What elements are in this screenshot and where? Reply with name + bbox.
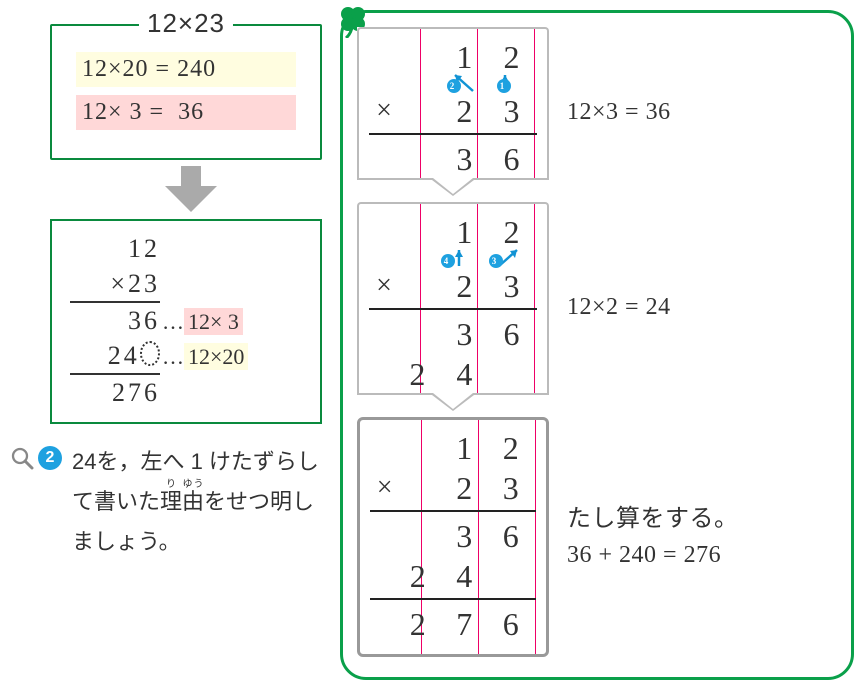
partial-product-1: 12×20 = 240 bbox=[76, 52, 296, 87]
step-2: 1 2 4 3 × 2 bbox=[357, 202, 837, 411]
long-multiplication-box: 12 ×23 36 …12× 3 24 …12×20 276 bbox=[50, 219, 322, 424]
step-3: 1 2 × 2 3 3 bbox=[357, 417, 837, 657]
calc-multiplicand: 12 bbox=[70, 231, 160, 266]
question-block: 2 24を，左へ 1 けたずらして書いた理り由ゆうをせつ明しましょう。 bbox=[10, 442, 332, 561]
question-text: 24を，左へ 1 けたずらして書いた理り由ゆうをせつ明しましょう。 bbox=[72, 442, 332, 561]
decomposition-title: 12×23 bbox=[139, 8, 233, 39]
down-arrow-icon bbox=[50, 166, 332, 217]
question-number-badge: 2 bbox=[38, 446, 62, 470]
column-card-1: 1 2 2 1 × 2 bbox=[357, 27, 549, 196]
step-1-label: 12×3 = 36 bbox=[567, 94, 671, 130]
steps-panel: 1 2 2 1 × 2 bbox=[340, 10, 854, 680]
magnifier-icon bbox=[10, 446, 34, 470]
calc-ann-1: …12× 3 bbox=[162, 307, 243, 337]
step-2-label: 12×2 = 24 bbox=[567, 289, 671, 325]
step-3-label: たし算をする。36 + 240 = 276 bbox=[567, 501, 739, 573]
calc-partial-36: 36 bbox=[70, 301, 160, 338]
dotted-zero-icon bbox=[140, 341, 160, 366]
step-1: 1 2 2 1 × 2 bbox=[357, 27, 837, 196]
card-notch-icon bbox=[357, 393, 549, 411]
partial-product-2: 12× 3 = 36 bbox=[76, 95, 296, 130]
calc-multiplier: ×23 bbox=[70, 266, 160, 301]
calc-answer: 276 bbox=[70, 373, 160, 410]
column-card-3: 1 2 × 2 3 3 bbox=[357, 417, 549, 657]
decomposition-box: 12×23 12×20 = 240 12× 3 = 36 bbox=[50, 24, 322, 160]
calc-partial-240: 24 bbox=[70, 338, 160, 373]
card-notch-icon bbox=[357, 178, 549, 196]
column-card-2: 1 2 4 3 × 2 bbox=[357, 202, 549, 411]
calc-ann-2: …12×20 bbox=[162, 342, 248, 372]
